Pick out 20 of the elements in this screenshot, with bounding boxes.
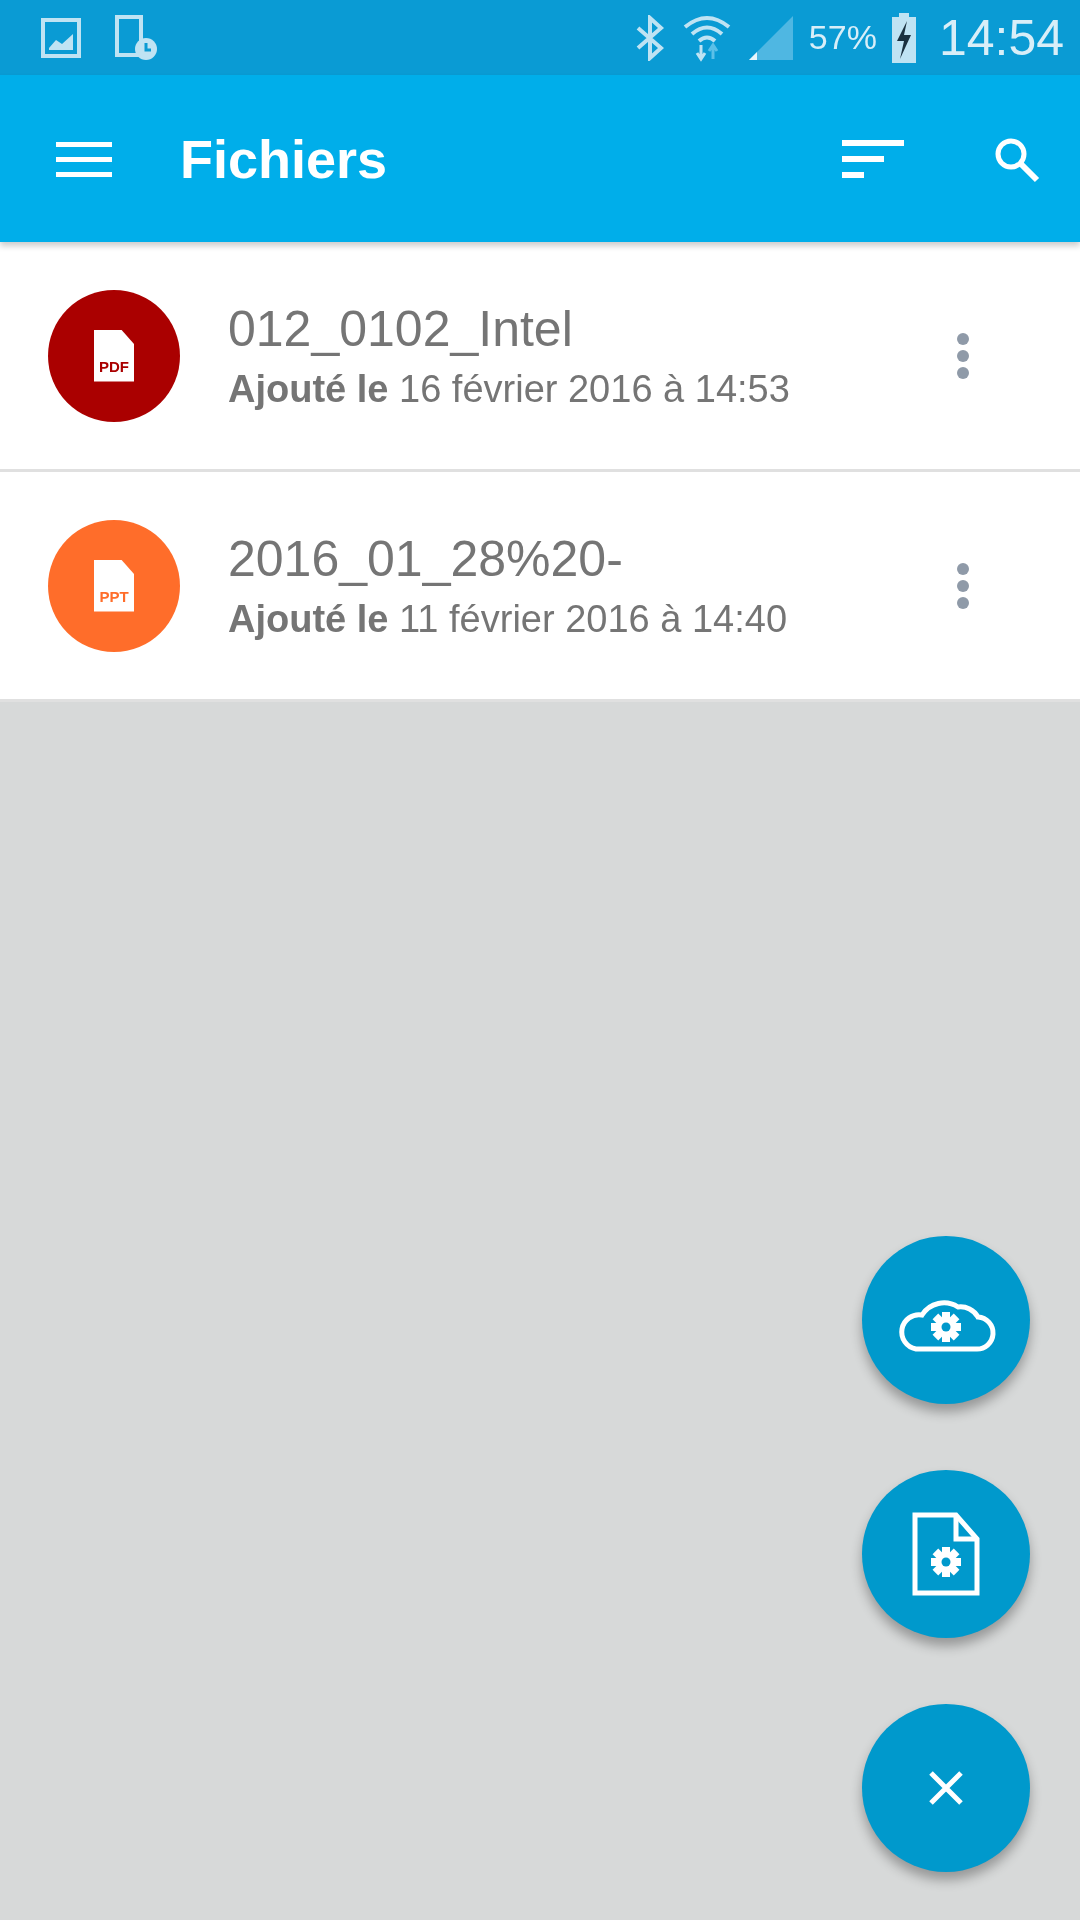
file-name: 2016_01_28%20- [228,530,624,588]
file-date: Ajouté le 11 février 2016 à 14:40 [228,598,789,641]
battery-charging-icon [890,12,917,63]
device-clock-icon [114,14,158,61]
image-icon [40,16,82,59]
sort-icon[interactable] [842,138,904,179]
file-list-item[interactable]: PPT 2016_01_28%20- Ajouté le 11 février 2016 à 14:40 [0,472,1080,702]
file-list-item[interactable]: PDF 012_0102_Intel Ajouté le 16 février 2016 à 14:53 [0,242,1080,472]
file-type-label: PDF [99,358,129,374]
clock-time: 14:54 [938,8,1064,67]
more-options-icon[interactable] [956,561,970,610]
file-date: Ajouté le 16 février 2016 à 14:53 [228,368,791,411]
more-options-icon[interactable] [956,331,970,380]
file-name: 012_0102_Intel [228,300,574,358]
battery-percentage: 57% [808,18,877,57]
screen-title: Fichiers [180,127,389,190]
document-gear-icon [912,1512,980,1596]
file-type-label: PPT [99,588,129,604]
menu-icon[interactable] [56,139,112,178]
close-icon [928,1770,964,1806]
